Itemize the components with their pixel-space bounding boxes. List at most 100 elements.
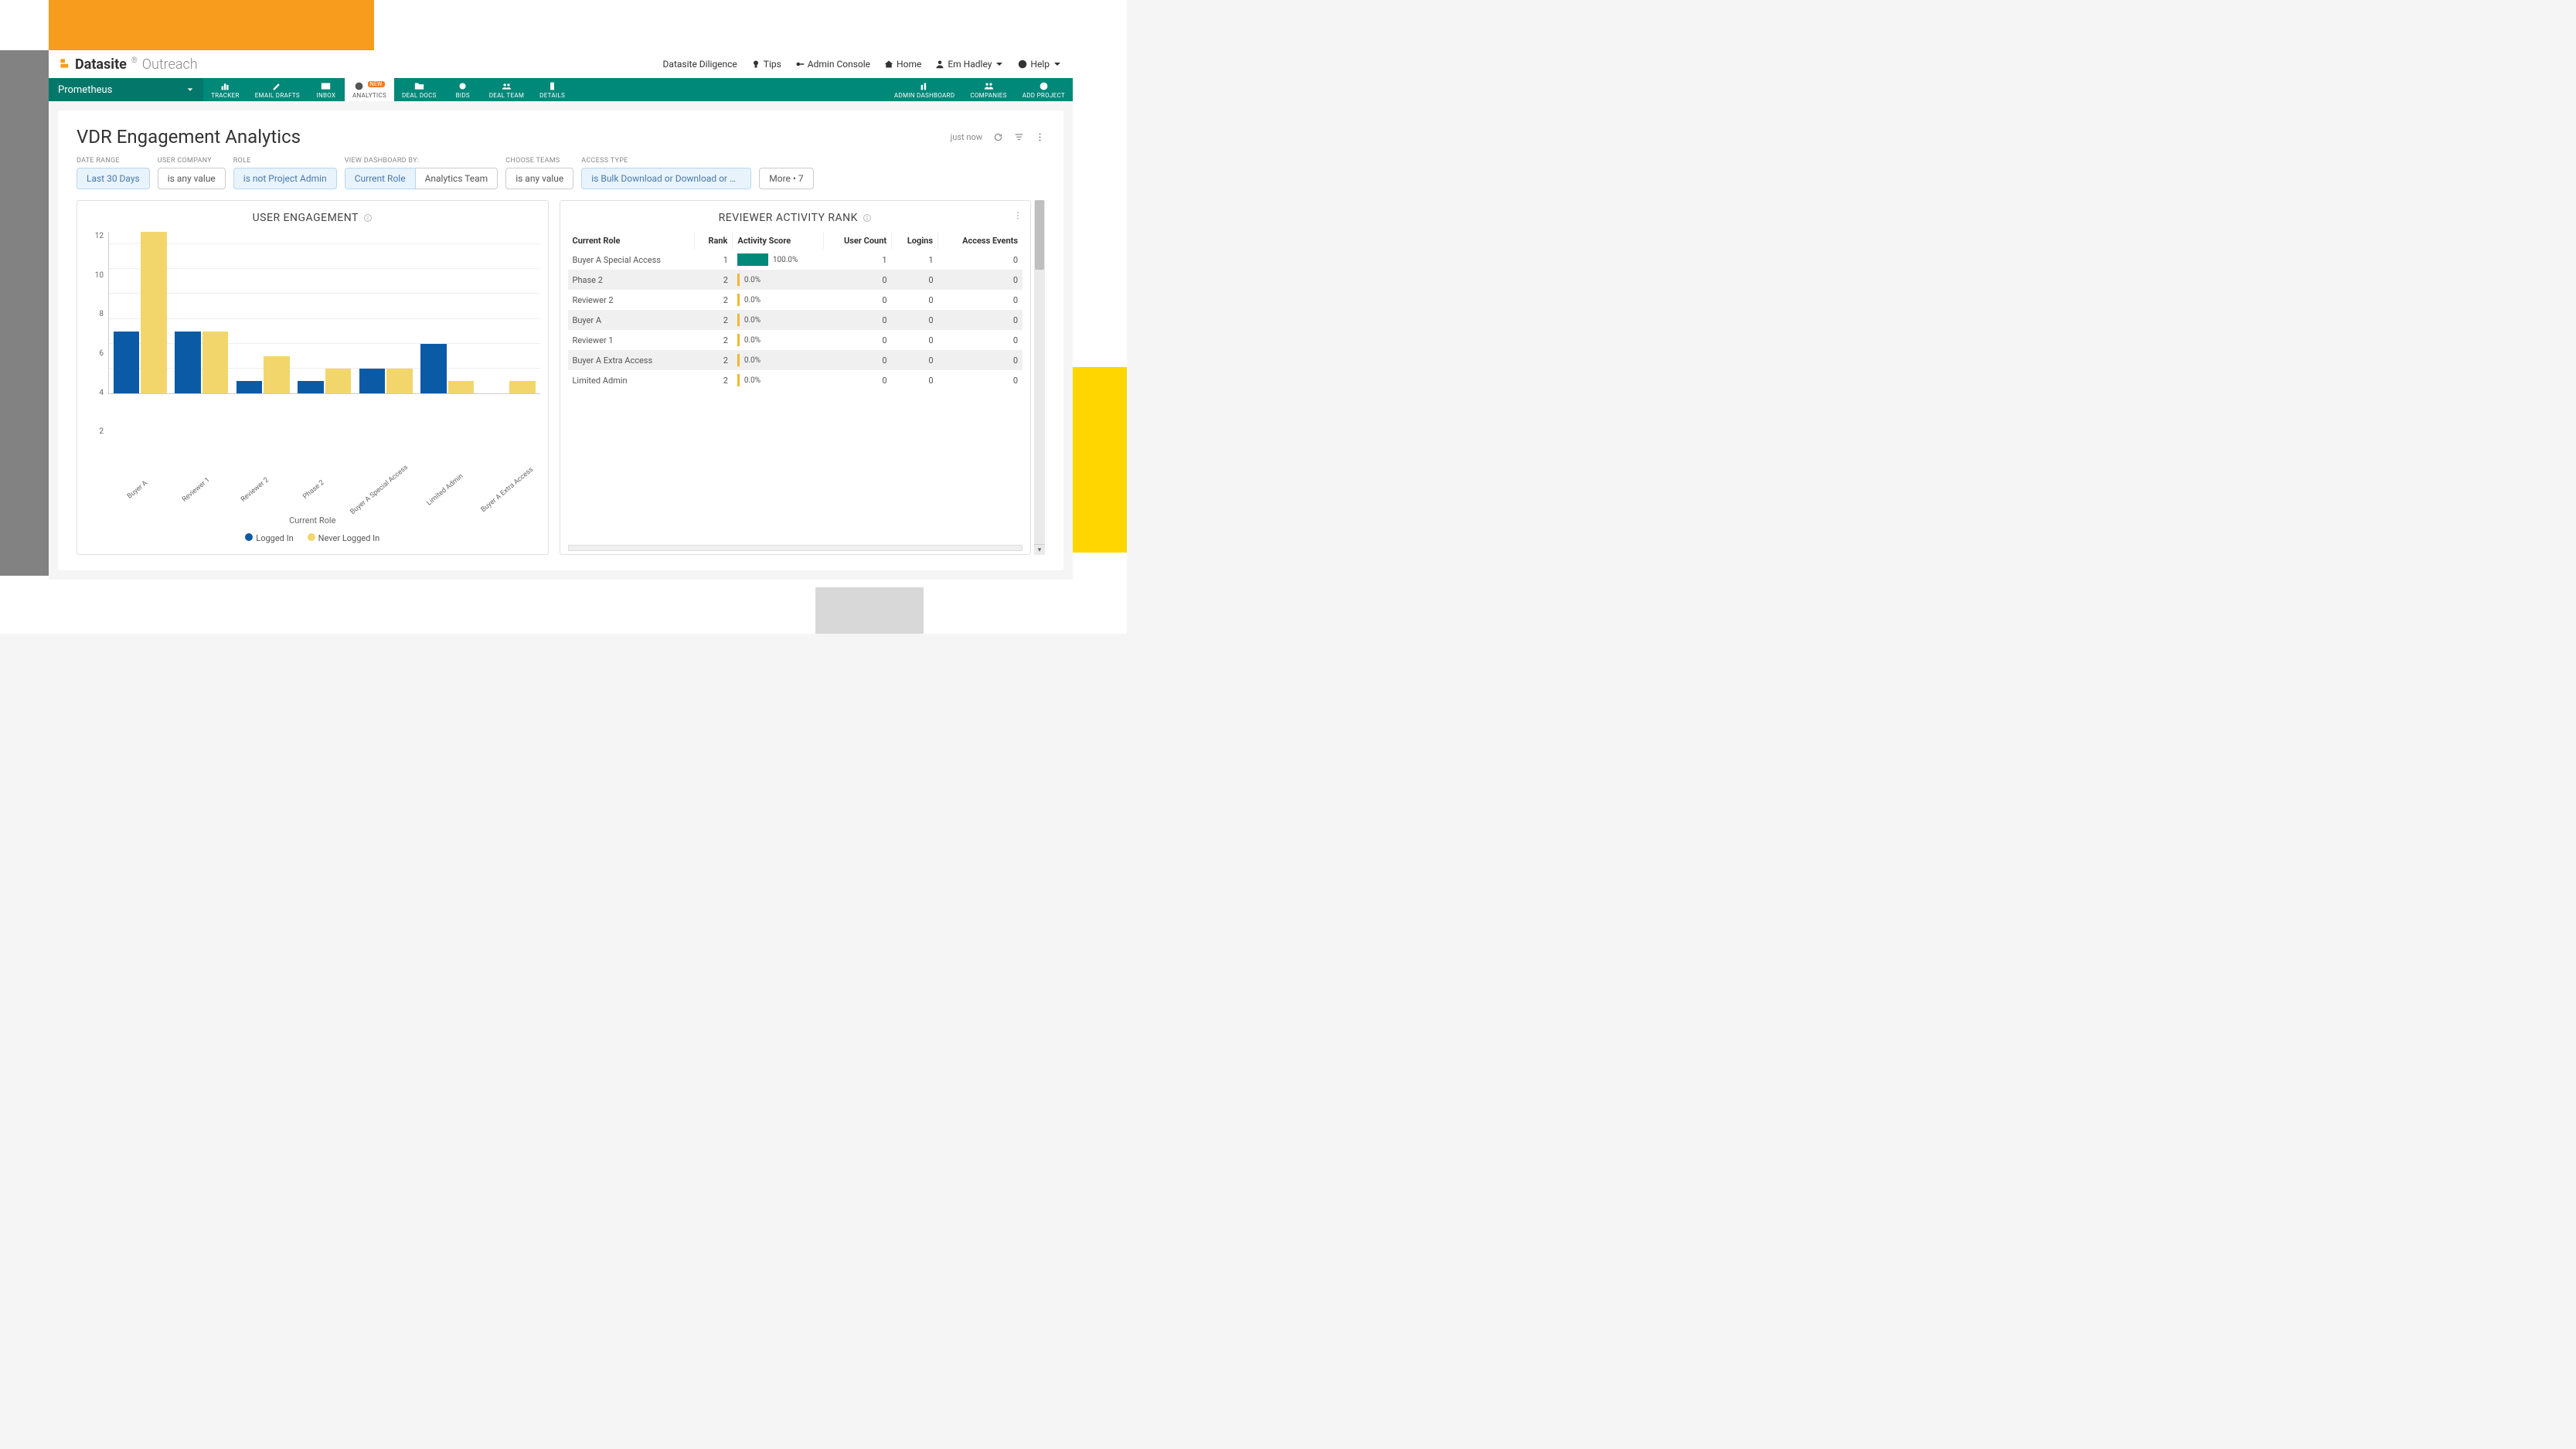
- brand: Datasite® Outreach: [60, 56, 198, 73]
- more-vert-icon: [1013, 211, 1023, 220]
- table-row[interactable]: Buyer A Extra Access20.0%000: [568, 350, 1023, 370]
- filter-date-range[interactable]: Last 30 Days: [77, 168, 150, 189]
- card-menu-button[interactable]: [1013, 209, 1023, 223]
- scrollbar-thumb[interactable]: [1035, 200, 1044, 270]
- link-home[interactable]: Home: [884, 59, 921, 70]
- viewby-current-role[interactable]: Current Role: [345, 168, 416, 189]
- bar: [141, 232, 166, 393]
- more-vert-icon[interactable]: [1035, 132, 1045, 142]
- bar: [359, 369, 385, 393]
- legend-item: Never Logged In: [308, 533, 380, 543]
- filter-label-view-by: VIEW DASHBOARD BY:: [345, 157, 499, 165]
- info-icon[interactable]: [363, 213, 373, 223]
- bar: [386, 369, 412, 393]
- filter-access-type[interactable]: is Bulk Download or Download or View or …: [581, 168, 751, 189]
- y-tick: 10: [95, 271, 104, 280]
- bar-group: [298, 232, 351, 393]
- chevron-down-icon: [186, 86, 194, 94]
- viewby-analytics-team[interactable]: Analytics Team: [416, 168, 499, 189]
- decoration-orange: [49, 0, 374, 50]
- card-title-text: USER ENGAGEMENT: [253, 212, 359, 224]
- nav-details[interactable]: DETAILS: [532, 78, 573, 101]
- link-tips[interactable]: Tips: [751, 59, 781, 70]
- refresh-timestamp: just now: [951, 132, 982, 142]
- table-row[interactable]: Buyer A20.0%000: [568, 310, 1023, 330]
- table-header[interactable]: User Count: [823, 232, 891, 250]
- chart-x-axis: Buyer AReviewer 1Reviewer 2Phase 2Buyer …: [85, 475, 540, 494]
- link-admin-console[interactable]: Admin Console: [795, 59, 870, 70]
- table-row[interactable]: Reviewer 120.0%000: [568, 330, 1023, 350]
- link-datasite-diligence[interactable]: Datasite Diligence: [663, 59, 737, 70]
- help-menu[interactable]: Help: [1018, 59, 1062, 70]
- table-row[interactable]: Phase 220.0%000: [568, 270, 1023, 290]
- nav-analytics[interactable]: NEW ANALYTICS: [345, 78, 394, 101]
- y-tick: 6: [99, 349, 104, 358]
- filter-more[interactable]: More • 7: [759, 168, 813, 189]
- project-selector[interactable]: Prometheus: [49, 78, 203, 101]
- nav-inbox[interactable]: INBOX: [308, 78, 345, 101]
- bar: [325, 369, 351, 393]
- decoration-yellow: [1073, 367, 1127, 553]
- nav-deal-team[interactable]: DEAL TEAM: [482, 78, 532, 101]
- nav-tracker[interactable]: TRACKER: [203, 78, 247, 101]
- bar: [509, 381, 535, 393]
- scroll-down-button[interactable]: ▾: [1034, 544, 1045, 555]
- brand-name: Datasite: [75, 56, 127, 73]
- legend-item: Logged In: [245, 533, 293, 543]
- chevron-down-icon: [1053, 60, 1062, 69]
- table-row[interactable]: Reviewer 220.0%000: [568, 290, 1023, 310]
- brand-product: Outreach: [142, 56, 198, 73]
- bar: [237, 381, 262, 393]
- bar-group: [237, 232, 290, 393]
- bar: [298, 381, 323, 393]
- info-icon: [1018, 60, 1027, 69]
- rank-table: Current RoleRankActivity ScoreUser Count…: [568, 232, 1023, 390]
- table-header[interactable]: Rank: [695, 232, 733, 250]
- table-header[interactable]: Current Role: [568, 232, 695, 250]
- folder-icon: [414, 81, 424, 91]
- table-row[interactable]: Buyer A Special Access1100.0%110: [568, 250, 1023, 270]
- filter-user-company[interactable]: is any value: [158, 168, 226, 189]
- card-reviewer-activity-rank: REVIEWER ACTIVITY RANK Current RoleRankA…: [560, 200, 1032, 555]
- filter-teams[interactable]: is any value: [505, 168, 573, 189]
- nav-companies[interactable]: COMPANIES: [962, 78, 1014, 101]
- nav-bids[interactable]: BIDS: [444, 78, 482, 101]
- table-row[interactable]: Limited Admin20.0%000: [568, 370, 1023, 390]
- gavel-icon: [458, 81, 468, 91]
- y-tick: 12: [95, 232, 104, 240]
- bar: [175, 332, 200, 393]
- filter-label-date-range: DATE RANGE: [77, 157, 150, 165]
- horizontal-scrollbar[interactable]: [568, 545, 1023, 551]
- filter-label-access: ACCESS TYPE: [581, 157, 751, 165]
- chart-icon: [220, 81, 230, 91]
- lightbulb-icon: [751, 60, 761, 69]
- home-icon: [884, 60, 893, 69]
- refresh-icon[interactable]: [993, 132, 1003, 142]
- key-icon: [795, 60, 805, 69]
- nav-deal-docs[interactable]: DEAL DOCS: [394, 78, 444, 101]
- filter-icon[interactable]: [1014, 132, 1024, 142]
- nav-add-project[interactable]: ADD PROJECT: [1015, 78, 1073, 101]
- filter-label-user-company: USER COMPANY: [158, 157, 226, 165]
- page-title: VDR Engagement Analytics: [77, 126, 301, 148]
- bar: [420, 344, 446, 393]
- table-header[interactable]: Access Events: [938, 232, 1023, 250]
- nav-email-drafts[interactable]: EMAIL DRAFTS: [247, 78, 308, 101]
- y-tick: 4: [99, 389, 104, 397]
- nav-admin-dashboard[interactable]: ADMIN DASHBOARD: [886, 78, 962, 101]
- chart-plot: [108, 232, 540, 394]
- bar: [264, 356, 289, 393]
- bar: [114, 332, 139, 393]
- table-header[interactable]: Logins: [892, 232, 938, 250]
- user-menu[interactable]: Em Hadley: [935, 59, 1004, 70]
- bar-group: [359, 232, 413, 393]
- vertical-scrollbar[interactable]: ▾: [1034, 200, 1045, 555]
- filter-role[interactable]: is not Project Admin: [233, 168, 337, 189]
- card-title-text: REVIEWER ACTIVITY RANK: [719, 212, 858, 224]
- info-icon[interactable]: [863, 213, 872, 223]
- brand-logo-icon: [60, 57, 70, 68]
- table-header[interactable]: Activity Score: [733, 232, 823, 250]
- chart-x-label: Current Role: [85, 515, 540, 526]
- chevron-down-icon: [995, 60, 1004, 69]
- team-icon: [502, 81, 512, 91]
